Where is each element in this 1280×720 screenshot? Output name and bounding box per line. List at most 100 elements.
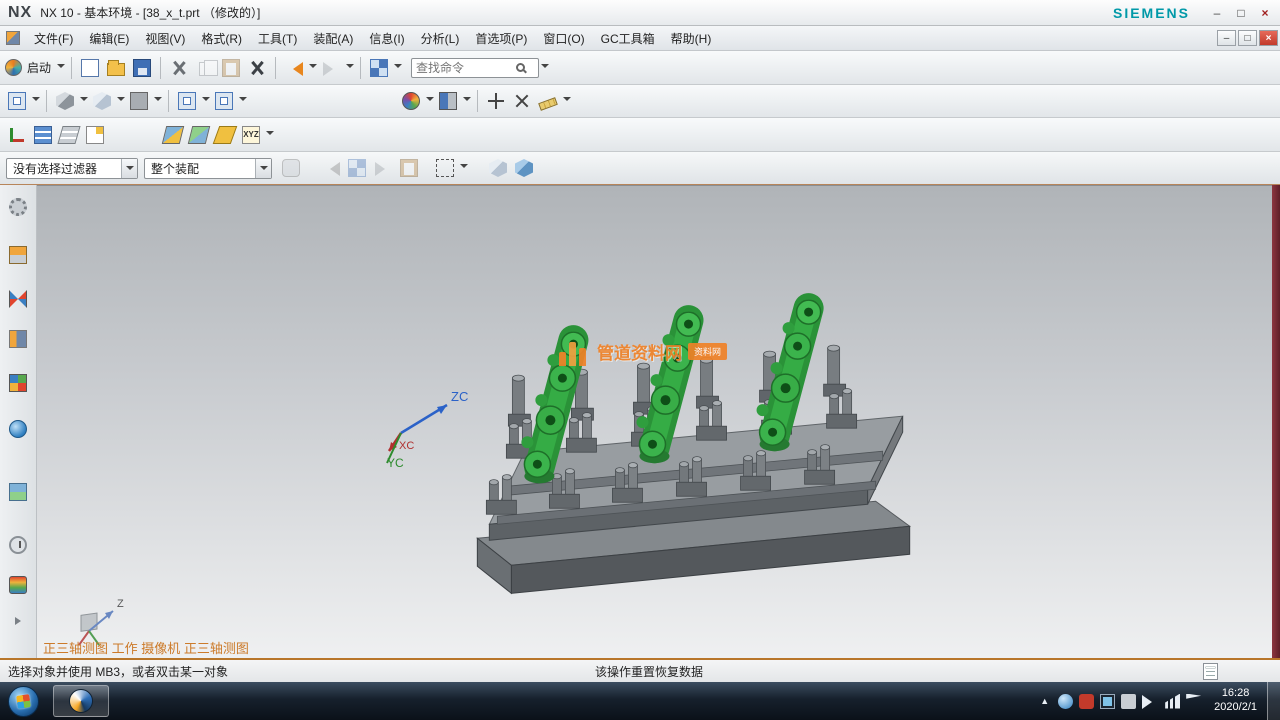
menu-analysis[interactable]: 分析(L) bbox=[413, 28, 468, 49]
history-button[interactable] bbox=[6, 533, 30, 557]
touch-mode-button[interactable] bbox=[366, 55, 392, 81]
copy-button[interactable] bbox=[192, 55, 218, 81]
start-button[interactable] bbox=[8, 686, 39, 717]
projection-dropdown-arrow[interactable] bbox=[237, 88, 248, 114]
menu-preferences[interactable]: 首选项(P) bbox=[467, 28, 535, 49]
undo-button[interactable] bbox=[281, 55, 307, 81]
web-browser-button[interactable] bbox=[6, 417, 30, 441]
constraint-navigator-button[interactable] bbox=[6, 327, 30, 351]
datum-axis-button[interactable] bbox=[186, 122, 212, 148]
command-finder-box[interactable] bbox=[411, 58, 539, 78]
mdi-minimize-button[interactable]: – bbox=[1217, 30, 1236, 46]
display-mode-button[interactable] bbox=[89, 88, 115, 114]
measure-dropdown-arrow[interactable] bbox=[561, 88, 572, 114]
cut-button[interactable] bbox=[166, 55, 192, 81]
touch-mode-dropdown-arrow[interactable] bbox=[392, 55, 403, 81]
select-prev-button[interactable] bbox=[318, 155, 344, 181]
background-color-dropdown-arrow[interactable] bbox=[152, 88, 163, 114]
command-finder-input[interactable] bbox=[416, 60, 516, 76]
status-doc-icon[interactable] bbox=[1203, 663, 1218, 680]
new-file-button[interactable] bbox=[77, 55, 103, 81]
scope-dropdown-arrow[interactable] bbox=[255, 159, 271, 178]
maximize-button[interactable]: □ bbox=[1230, 4, 1252, 22]
orient-view-dropdown-arrow[interactable] bbox=[30, 88, 41, 114]
highlight-button[interactable] bbox=[396, 155, 422, 181]
resource-options-button[interactable] bbox=[6, 195, 30, 219]
network-tray-icon[interactable] bbox=[1165, 694, 1180, 709]
fixed-datum-button[interactable] bbox=[212, 122, 238, 148]
search-dropdown-arrow[interactable] bbox=[539, 55, 550, 81]
true-shading-dropdown-arrow[interactable] bbox=[424, 88, 435, 114]
close-button[interactable]: × bbox=[1254, 4, 1276, 22]
type-filter-dropdown-arrow[interactable] bbox=[121, 159, 137, 178]
mdi-close-button[interactable]: × bbox=[1259, 30, 1278, 46]
display-tray-icon[interactable] bbox=[1100, 694, 1115, 709]
expand-resourcebar-button[interactable] bbox=[6, 609, 30, 633]
snap-toggle-button[interactable] bbox=[344, 155, 370, 181]
datum-csys-button[interactable] bbox=[4, 122, 30, 148]
visualization-button[interactable] bbox=[435, 88, 461, 114]
visualization-dropdown-arrow[interactable] bbox=[461, 88, 472, 114]
menu-information[interactable]: 信息(I) bbox=[361, 28, 412, 49]
snap-midpoint-button[interactable] bbox=[509, 88, 535, 114]
measure-button[interactable] bbox=[535, 88, 561, 114]
show-shaded-button[interactable] bbox=[485, 155, 511, 181]
open-file-button[interactable] bbox=[103, 55, 129, 81]
minimize-button[interactable]: – bbox=[1206, 4, 1228, 22]
window-layout-button[interactable] bbox=[174, 88, 200, 114]
start-dropdown-arrow[interactable] bbox=[55, 55, 66, 81]
select-next-button[interactable] bbox=[370, 155, 396, 181]
true-shading-button[interactable] bbox=[398, 88, 424, 114]
orient-view-button[interactable] bbox=[4, 88, 30, 114]
menu-edit[interactable]: 编辑(E) bbox=[81, 28, 137, 49]
hidden-icons-button[interactable]: ▲ bbox=[1034, 696, 1055, 706]
redo-dropdown-arrow[interactable] bbox=[344, 55, 355, 81]
layer-settings-button[interactable] bbox=[30, 122, 56, 148]
type-filter-select[interactable]: 没有选择过滤器 bbox=[6, 158, 138, 179]
save-button[interactable] bbox=[129, 55, 155, 81]
security-tray-icon[interactable] bbox=[1079, 694, 1094, 709]
graphics-viewport[interactable]: ZC XC YC Z 正三轴测图 工作 摄像机 正三轴测图 管道资料网 资料网 bbox=[37, 185, 1272, 658]
paste-button[interactable] bbox=[218, 55, 244, 81]
datum-plane-button[interactable] bbox=[160, 122, 186, 148]
projection-button[interactable] bbox=[211, 88, 237, 114]
start-menu-button[interactable]: 启动 bbox=[4, 55, 55, 81]
action-center-tray-icon[interactable] bbox=[1186, 694, 1201, 709]
menu-file[interactable]: 文件(F) bbox=[26, 28, 81, 49]
point-dialog-button[interactable]: XYZ bbox=[238, 122, 264, 148]
marquee-select-button[interactable] bbox=[432, 155, 458, 181]
scope-select[interactable]: 整个装配 bbox=[144, 158, 272, 179]
annotation-button[interactable] bbox=[82, 122, 108, 148]
show-desktop-button[interactable] bbox=[1267, 682, 1280, 720]
undo-dropdown-arrow[interactable] bbox=[307, 55, 318, 81]
window-edge[interactable] bbox=[1272, 185, 1280, 658]
snap-point-button[interactable] bbox=[483, 88, 509, 114]
wcs-triad[interactable]: ZC XC YC bbox=[359, 381, 479, 471]
menu-gc-toolbox[interactable]: GC工具箱 bbox=[593, 28, 663, 49]
render-style-dropdown-arrow[interactable] bbox=[78, 88, 89, 114]
volume-tray-icon[interactable] bbox=[1142, 695, 1159, 709]
help-tray-icon[interactable] bbox=[1058, 694, 1073, 709]
interpart-link-button[interactable] bbox=[278, 155, 304, 181]
layer-visible-button[interactable] bbox=[56, 122, 82, 148]
window-navigator-button[interactable] bbox=[6, 480, 30, 504]
menu-assembly[interactable]: 装配(A) bbox=[305, 28, 361, 49]
menu-tools[interactable]: 工具(T) bbox=[250, 28, 305, 49]
show-solid-button[interactable] bbox=[511, 155, 537, 181]
background-color-button[interactable] bbox=[126, 88, 152, 114]
menu-format[interactable]: 格式(R) bbox=[193, 28, 250, 49]
display-mode-dropdown-arrow[interactable] bbox=[115, 88, 126, 114]
marquee-dropdown-arrow[interactable] bbox=[458, 155, 469, 181]
redo-button[interactable] bbox=[318, 55, 344, 81]
roles-button[interactable] bbox=[6, 243, 30, 267]
render-style-button[interactable] bbox=[52, 88, 78, 114]
nx-taskbar-button[interactable] bbox=[53, 685, 109, 717]
assembly-navigator-button[interactable] bbox=[6, 287, 30, 311]
mdi-restore-button[interactable]: □ bbox=[1238, 30, 1257, 46]
taskbar-clock[interactable]: 16:28 2020/2/1 bbox=[1204, 687, 1267, 715]
menu-window[interactable]: 窗口(O) bbox=[535, 28, 592, 49]
reuse-library-button[interactable] bbox=[6, 371, 30, 395]
menu-help[interactable]: 帮助(H) bbox=[663, 28, 720, 49]
menu-view[interactable]: 视图(V) bbox=[137, 28, 193, 49]
datum-dropdown-arrow[interactable] bbox=[264, 122, 275, 148]
